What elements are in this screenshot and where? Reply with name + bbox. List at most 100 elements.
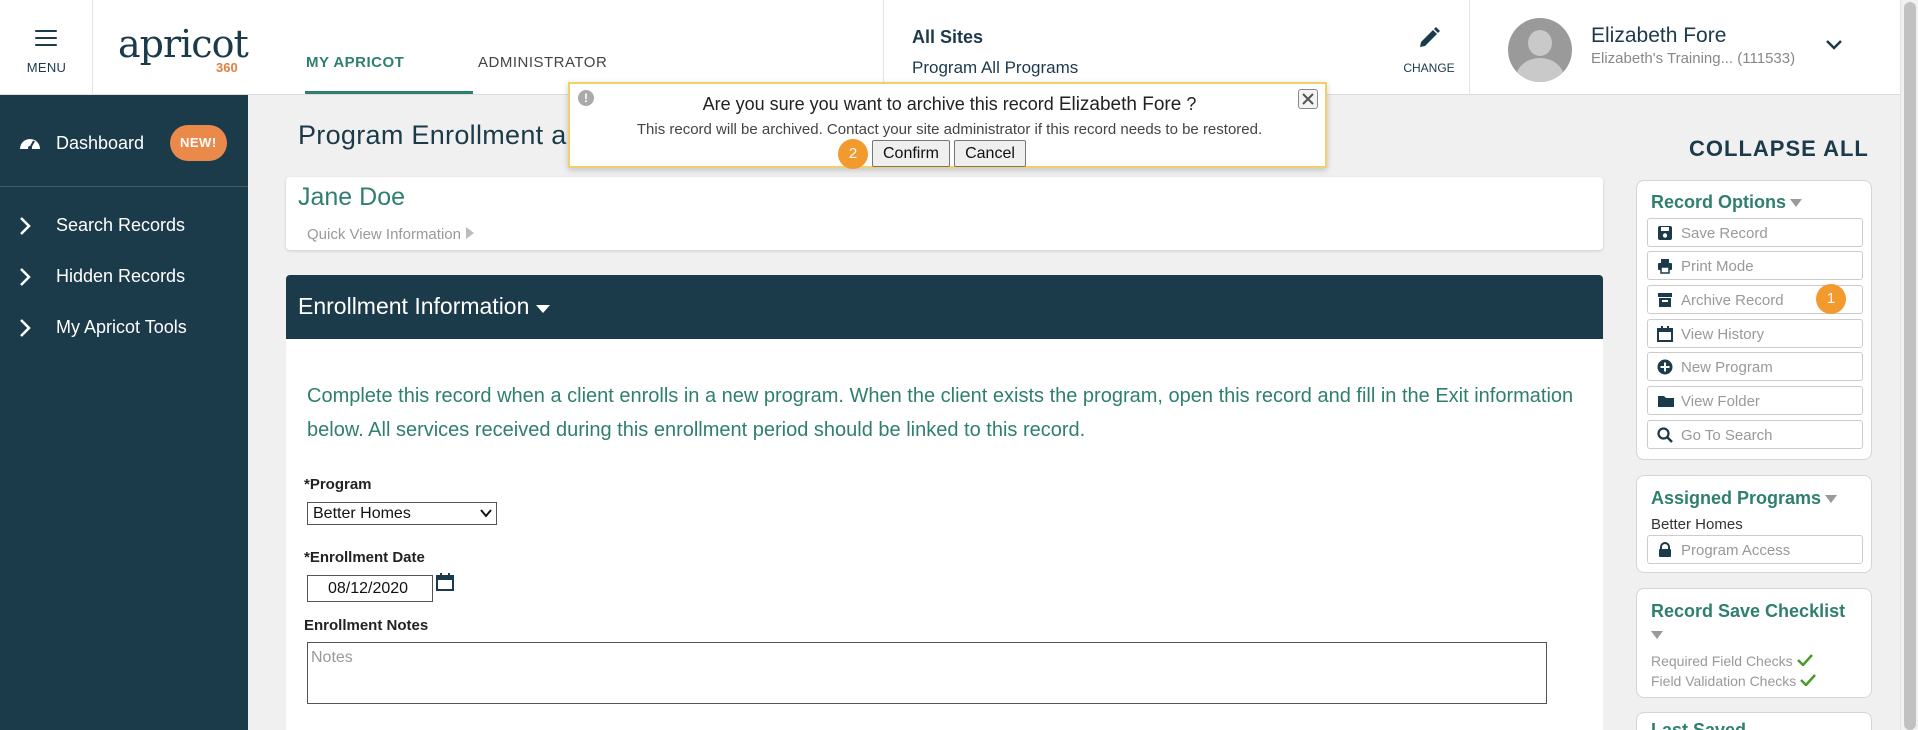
caret-down-icon	[1825, 495, 1838, 504]
enrollment-notes-label: Enrollment Notes	[304, 617, 429, 634]
checklist-item-label: Required Field Checks	[1651, 653, 1793, 669]
dialog-record-name: Elizabeth Fore	[1058, 94, 1182, 115]
program-select[interactable]: Better Homes	[307, 502, 497, 525]
sidebar-item-dashboard[interactable]: Dashboard NEW!	[0, 95, 248, 187]
enrollment-date-input[interactable]: 08/12/2020	[307, 575, 433, 602]
print-mode-button[interactable]: Print Mode	[1647, 251, 1863, 280]
program-field-label: *Program	[304, 476, 372, 493]
calendar-icon[interactable]	[436, 573, 454, 591]
print-icon	[1658, 259, 1672, 274]
option-label: View Folder	[1681, 393, 1760, 410]
view-history-button[interactable]: View History	[1647, 319, 1863, 348]
search-icon	[1657, 427, 1673, 443]
caret-down-icon	[1790, 199, 1803, 208]
quick-view-toggle[interactable]: Quick View Information	[307, 226, 475, 243]
record-header-card: Jane Doe Quick View Information	[286, 177, 1603, 250]
calendar-icon	[1657, 326, 1673, 342]
program-selected-value: Better Homes	[313, 505, 411, 522]
dialog-question-mark: ?	[1186, 94, 1197, 114]
quick-view-label: Quick View Information	[307, 226, 461, 243]
scrollbar-thumb[interactable]	[1904, 2, 1916, 730]
option-label: Archive Record	[1681, 292, 1784, 309]
program-access-button[interactable]: Program Access	[1647, 535, 1863, 564]
menu-button[interactable]: MENU	[0, 0, 93, 95]
page-scrollbar[interactable]	[1900, 0, 1918, 730]
logo-number: 360	[216, 60, 238, 75]
change-label: CHANGE	[1403, 61, 1455, 75]
program-name: Program All Programs	[912, 58, 1079, 77]
lock-icon	[1659, 542, 1671, 557]
step-badge-archive: 1	[1816, 284, 1846, 314]
change-button[interactable]: CHANGE	[1399, 26, 1459, 75]
plus-circle-icon	[1657, 359, 1673, 375]
checkmark-icon	[1800, 674, 1817, 687]
assigned-programs-panel: Assigned Programs Better Homes Program A…	[1636, 475, 1872, 573]
site-selector: All Sites Program All Programs CHANGE	[883, 0, 1470, 95]
chevron-right-icon	[20, 217, 31, 235]
active-tab-indicator	[305, 91, 473, 94]
step-badge-confirm: 2	[838, 139, 868, 169]
view-folder-button[interactable]: View Folder	[1647, 386, 1863, 415]
archive-confirm-dialog: ! Are you sure you want to archive this …	[568, 82, 1327, 169]
checklist-item: Field Validation Checks	[1651, 673, 1817, 689]
site-name: All Sites	[912, 27, 984, 47]
user-name: Elizabeth Fore	[1591, 24, 1727, 47]
checklist-title[interactable]: Record Save Checklist	[1651, 601, 1845, 622]
go-to-search-button[interactable]: Go To Search	[1647, 420, 1863, 449]
section-title-text: Enrollment Information	[298, 293, 530, 319]
checklist-title-text: Record Save Checklist	[1651, 601, 1846, 621]
assigned-programs-title-text: Assigned Programs	[1651, 488, 1822, 508]
record-options-title-text: Record Options	[1651, 192, 1787, 212]
top-bar: MENU apricot 360 MY APRICOT ADMINISTRATO…	[0, 0, 1900, 95]
tab-my-apricot[interactable]: MY APRICOT	[306, 54, 404, 71]
sidebar-item-hidden-records[interactable]: Hidden Records	[0, 252, 248, 302]
confirm-button[interactable]: Confirm	[872, 140, 950, 167]
chevron-down-icon	[480, 509, 492, 518]
sidebar-item-search-records[interactable]: Search Records	[0, 201, 248, 251]
collapse-all-button[interactable]: COLLAPSE ALL	[1689, 136, 1869, 162]
sidebar-item-label: Dashboard	[56, 133, 145, 153]
dashboard-icon	[20, 139, 40, 150]
new-program-button[interactable]: New Program	[1647, 352, 1863, 381]
new-badge: NEW!	[170, 125, 227, 161]
assigned-program-name: Better Homes	[1651, 516, 1743, 533]
section-description: Complete this record when a client enrol…	[307, 385, 1574, 441]
cancel-button[interactable]: Cancel	[954, 140, 1026, 167]
record-options-title[interactable]: Record Options	[1651, 192, 1803, 213]
user-menu[interactable]: Elizabeth Fore Elizabeth's Training... (…	[1470, 0, 1900, 95]
sidebar-item-my-apricot-tools[interactable]: My Apricot Tools	[0, 303, 248, 353]
option-label: View History	[1681, 326, 1765, 343]
last-saved-title[interactable]: Last Saved	[1651, 720, 1746, 730]
option-label: Program Access	[1681, 542, 1791, 559]
dialog-info: This record will be archived. Contact yo…	[636, 121, 1263, 138]
checklist-item-label: Field Validation Checks	[1651, 673, 1797, 689]
checkmark-icon	[1796, 654, 1813, 667]
section-title: Enrollment Information	[298, 293, 550, 320]
section-header-enrollment[interactable]: Enrollment Information	[286, 275, 1603, 339]
enrollment-date-label: *Enrollment Date	[304, 549, 425, 566]
page-title: Program Enrollment a	[298, 120, 567, 150]
folder-icon	[1658, 396, 1674, 407]
record-options-panel: Record Options Save Record Print Mode Ar…	[1636, 180, 1872, 460]
option-label: Go To Search	[1681, 427, 1773, 444]
tab-administrator[interactable]: ADMINISTRATOR	[478, 54, 607, 71]
assigned-programs-title[interactable]: Assigned Programs	[1651, 488, 1838, 509]
sidebar-item-label: Search Records	[56, 215, 186, 235]
enrollment-section: Complete this record when a client enrol…	[286, 339, 1603, 730]
menu-label: MENU	[26, 60, 67, 75]
hamburger-icon	[35, 30, 57, 46]
save-record-button[interactable]: Save Record	[1647, 218, 1863, 247]
enrollment-notes-textarea[interactable]: Notes	[307, 642, 1547, 704]
last-saved-panel: Last Saved	[1636, 712, 1872, 730]
record-name: Jane Doe	[298, 183, 406, 211]
option-label: Save Record	[1681, 225, 1768, 242]
user-organization: Elizabeth's Training... (111533)	[1591, 50, 1796, 67]
sidebar-item-label: Hidden Records	[56, 266, 186, 286]
apricot-logo[interactable]: apricot 360	[118, 14, 249, 75]
pencil-icon	[1420, 27, 1440, 47]
caret-down-icon	[1651, 631, 1663, 639]
chevron-right-icon	[20, 268, 31, 286]
option-label: New Program	[1681, 359, 1773, 376]
caret-down-icon	[535, 305, 550, 313]
avatar	[1508, 18, 1572, 82]
